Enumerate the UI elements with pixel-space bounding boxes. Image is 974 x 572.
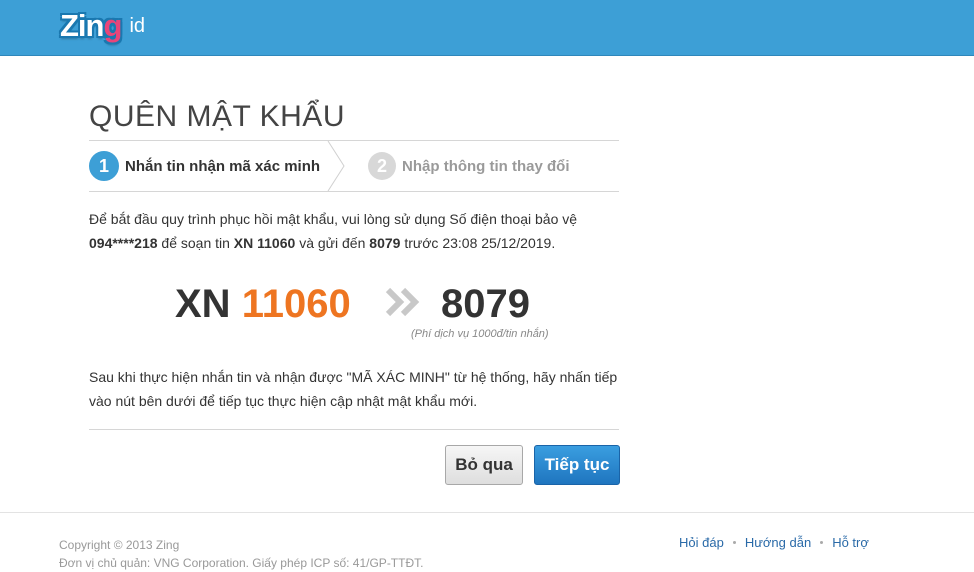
sms-code-inline: XN 11060 xyxy=(233,235,296,251)
footer-links: Hỏi đáp Hướng dẫn Hỗ trợ xyxy=(679,535,869,550)
protected-phone: 094****218 xyxy=(89,235,158,251)
top-header: Zing id xyxy=(0,0,974,56)
chevron-right-icon xyxy=(326,141,366,191)
step-1: 1 Nhắn tin nhận mã xác minh xyxy=(89,141,320,191)
skip-button[interactable]: Bỏ qua xyxy=(445,445,523,485)
logo-zing-text: Zing xyxy=(60,8,122,43)
double-chevron-right-icon xyxy=(385,287,423,322)
footer: Copyright © 2013 Zing Đơn vị chủ quản: V… xyxy=(0,512,974,570)
footer-copyright: Copyright © 2013 Zing Đơn vị chủ quản: V… xyxy=(59,538,424,570)
page-title: QUÊN MẬT KHẨU xyxy=(89,100,345,133)
divider xyxy=(89,429,619,430)
sms-number-inline: 8079 xyxy=(369,235,401,251)
step-2-number: 2 xyxy=(368,152,397,180)
sms-destination-number: 8079 xyxy=(441,282,530,326)
step-1-number: 1 xyxy=(89,151,119,181)
guide-link[interactable]: Hướng dẫn xyxy=(745,535,811,550)
zing-id-logo[interactable]: Zing id xyxy=(60,6,145,46)
action-buttons: Bỏ qua Tiếp tục xyxy=(89,445,620,499)
faq-link[interactable]: Hỏi đáp xyxy=(679,535,724,550)
continue-button[interactable]: Tiếp tục xyxy=(534,445,620,485)
sms-fee-note: (Phí dịch vụ 1000đ/tin nhắn) xyxy=(411,328,549,340)
separator-dot xyxy=(820,541,824,544)
sms-code: XN 11060 xyxy=(175,282,351,326)
logo-id-text: id xyxy=(129,15,146,37)
instruction-text: Để bắt đầu quy trình phục hồi mật khẩu, … xyxy=(89,211,578,251)
step-1-label: Nhắn tin nhận mã xác minh xyxy=(125,157,321,175)
step-indicator: 1 Nhắn tin nhận mã xác minh 2 Nhập thông… xyxy=(89,140,619,192)
forgot-password-panel: QUÊN MẬT KHẨU 1 Nhắn tin nhận mã xác min… xyxy=(89,94,620,499)
support-link[interactable]: Hỗ trợ xyxy=(832,535,869,550)
separator-dot xyxy=(732,541,736,544)
sms-syntax: XN 11060 8079 (Phí dịch vụ 1000đ/tin nhắ… xyxy=(89,271,619,361)
after-sms-text: Sau khi thực hiện nhắn tin và nhận được … xyxy=(89,369,618,409)
step-2-label: Nhập thông tin thay đổi xyxy=(402,157,570,175)
step-2: 2 Nhập thông tin thay đổi xyxy=(368,141,570,191)
